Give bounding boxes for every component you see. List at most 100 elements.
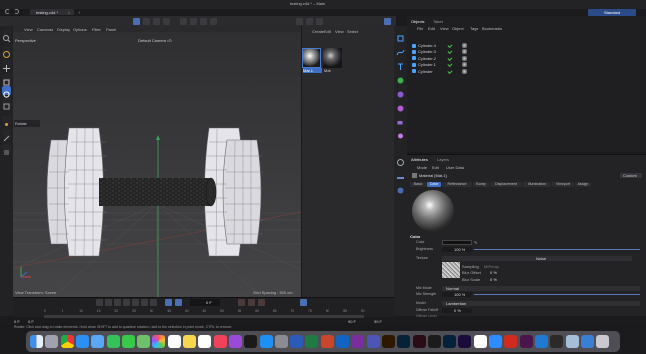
mix-mode-dropdown[interactable] <box>442 286 640 291</box>
go-to-end-button[interactable] <box>150 299 157 306</box>
timeline-range-bar[interactable] <box>44 315 364 318</box>
word-icon[interactable] <box>290 335 304 348</box>
section-tab-color[interactable]: Color <box>427 182 441 187</box>
live-selection-icon[interactable] <box>2 46 11 58</box>
layers-tab[interactable]: Layers <box>437 157 449 162</box>
axis-y-button[interactable] <box>200 18 207 25</box>
axis-z-button[interactable] <box>210 18 217 25</box>
new-tab-icon[interactable]: + <box>78 10 80 15</box>
facetime-icon[interactable] <box>106 335 120 348</box>
photos-icon[interactable] <box>152 335 166 348</box>
light-object-icon[interactable] <box>396 128 405 139</box>
camera-object-icon[interactable] <box>396 114 405 125</box>
axis-x-button[interactable] <box>190 18 197 25</box>
section-tab-assign[interactable]: Assign <box>575 182 591 187</box>
preview-icon[interactable] <box>565 335 579 348</box>
takes-tab[interactable]: Takes <box>433 19 443 24</box>
color-swatch[interactable] <box>442 240 472 245</box>
material-menu-select[interactable]: Select <box>347 29 358 34</box>
render-region-button[interactable] <box>296 18 303 25</box>
deformer-icon[interactable] <box>396 86 405 98</box>
points-mode-icon[interactable] <box>2 116 11 126</box>
attributes-tab[interactable]: Attributes <box>411 157 428 162</box>
zoom-icon[interactable] <box>489 335 502 348</box>
go-to-start-button[interactable] <box>96 299 103 306</box>
keyframe-position-button[interactable] <box>238 299 245 306</box>
spline-icon[interactable] <box>396 44 405 56</box>
camera-label[interactable]: Default Camera •⊙ <box>138 38 172 43</box>
objects-menu-view[interactable]: View <box>440 26 449 31</box>
tab-close-icon[interactable]: × <box>68 10 70 15</box>
model-dropdown[interactable] <box>442 301 640 306</box>
material-tag-icon[interactable] <box>462 68 467 74</box>
material-menu-edit[interactable]: Edit <box>324 29 331 34</box>
material-tag-icon[interactable] <box>462 49 467 55</box>
podcasts-icon[interactable] <box>228 335 242 348</box>
section-tab-reflectance[interactable]: Reflectance <box>442 182 472 187</box>
next-key-button[interactable] <box>141 299 148 306</box>
illustrator-icon[interactable] <box>381 335 395 348</box>
chrome-icon[interactable] <box>60 335 74 348</box>
teams-icon[interactable] <box>366 335 380 348</box>
mail-icon[interactable] <box>91 335 105 348</box>
sky-object-icon[interactable] <box>396 182 405 194</box>
section-tab-displacement[interactable]: Displacement <box>490 182 522 187</box>
section-tab-viewport[interactable]: Viewport <box>552 182 574 187</box>
generator-icon[interactable] <box>396 72 405 84</box>
rotate-tool-icon[interactable] <box>2 86 11 98</box>
app-store-icon[interactable] <box>259 335 273 348</box>
premiere-icon[interactable] <box>458 335 472 348</box>
rotate-tool-button[interactable] <box>153 18 160 25</box>
sampling-mode[interactable]: MIPmap <box>484 264 499 269</box>
redo-icon[interactable] <box>14 9 19 14</box>
notion-icon[interactable] <box>473 335 487 348</box>
material-tag-icon[interactable] <box>462 55 467 61</box>
cube-icon[interactable] <box>396 30 405 42</box>
music-icon[interactable] <box>213 335 227 348</box>
notes-icon[interactable] <box>183 335 196 348</box>
system-settings-icon[interactable] <box>274 335 288 348</box>
previous-frame-button[interactable] <box>114 299 121 306</box>
transform-tool-icon[interactable] <box>2 98 11 110</box>
text-spline-icon[interactable] <box>396 58 405 70</box>
section-tab-bump[interactable]: Bump <box>473 182 489 187</box>
downloads-icon[interactable] <box>580 335 594 348</box>
brightness-slider[interactable] <box>474 249 640 250</box>
onenote-icon[interactable] <box>351 335 365 348</box>
autokey-button[interactable] <box>300 299 307 306</box>
safari-icon[interactable] <box>75 335 89 348</box>
blur-scale-value[interactable]: 0 % <box>490 277 497 282</box>
viewport-menu-display[interactable]: Display <box>57 27 70 32</box>
maps-icon[interactable] <box>137 335 151 348</box>
material-thumb-mat[interactable] <box>323 48 342 68</box>
floor-object-icon[interactable] <box>396 168 405 179</box>
move-tool-button[interactable] <box>133 18 140 25</box>
viewport-menu-cameras[interactable]: Cameras <box>37 27 53 32</box>
play-button[interactable] <box>123 299 130 306</box>
blur-offset-value[interactable]: 0 % <box>490 270 497 275</box>
trash-icon[interactable] <box>596 335 610 348</box>
slack-icon[interactable] <box>519 335 533 348</box>
outlook-icon[interactable] <box>336 335 349 348</box>
launchpad-icon[interactable] <box>45 335 59 348</box>
terminal-icon[interactable] <box>550 335 564 348</box>
finder-icon[interactable] <box>30 335 43 348</box>
objects-menu-object[interactable]: Object <box>452 26 464 31</box>
calendar-icon[interactable] <box>167 335 181 348</box>
attributes-menu-edit[interactable]: Edit <box>432 165 439 170</box>
material-menu-create[interactable]: Create <box>312 29 324 34</box>
objects-menu-tags[interactable]: Tags <box>470 26 478 31</box>
material-tag-icon[interactable] <box>462 43 467 48</box>
viewport-menu-filter[interactable]: Filter <box>92 27 101 32</box>
viewport-menu-panel[interactable]: Panel <box>106 27 116 32</box>
loop-button[interactable] <box>165 299 172 306</box>
section-tab-basic[interactable]: Basic <box>410 182 426 187</box>
undo-icon[interactable] <box>5 9 10 14</box>
polygons-mode-icon[interactable] <box>2 144 11 155</box>
scene-object-icon[interactable] <box>396 154 405 166</box>
material-tag-icon[interactable] <box>462 62 467 68</box>
objects-menu-bookmarks[interactable]: Bookmarks <box>482 26 502 31</box>
section-tab-illumination[interactable]: Illumination <box>523 182 551 187</box>
current-frame-field[interactable] <box>190 299 220 306</box>
tv-icon[interactable] <box>244 335 258 348</box>
